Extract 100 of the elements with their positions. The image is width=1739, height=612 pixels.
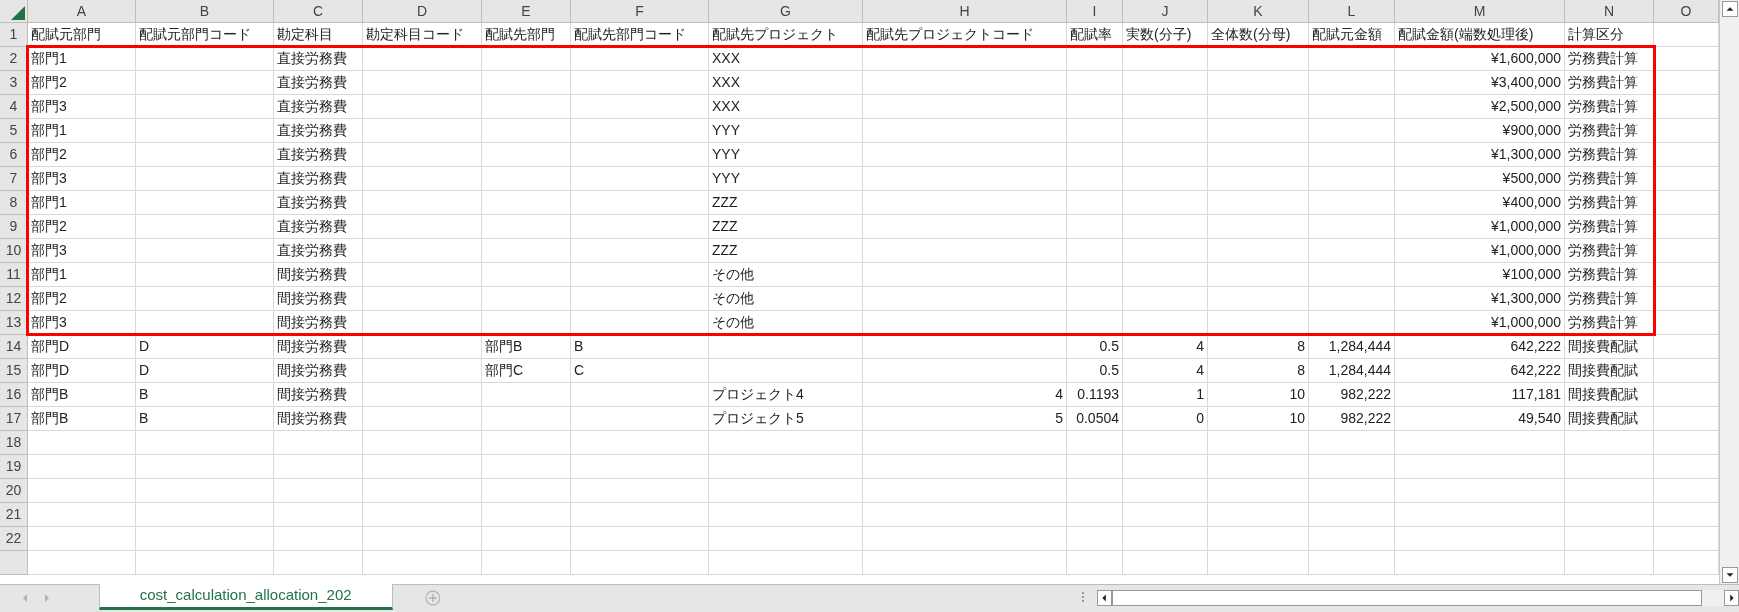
row-header[interactable]: 13 xyxy=(0,311,28,335)
row-header[interactable]: 11 xyxy=(0,263,28,287)
table-cell: 間接労務費 xyxy=(274,335,363,359)
scroll-up-icon[interactable] xyxy=(1721,1,1738,17)
table-cell: 部門3 xyxy=(28,95,136,119)
table-cell: 部門3 xyxy=(28,239,136,263)
table-cell xyxy=(1067,551,1123,575)
scroll-down-icon[interactable] xyxy=(1721,567,1738,583)
table-cell: 間接労務費 xyxy=(274,311,363,335)
add-sheet-icon[interactable] xyxy=(424,590,441,606)
table-cell: 直接労務費 xyxy=(274,95,363,119)
table-cell: ZZZ xyxy=(709,215,863,239)
table-cell: 間接費配賦 xyxy=(1565,335,1654,359)
column-header[interactable]: D xyxy=(363,0,482,23)
table-cell: 全体数(分母) xyxy=(1208,23,1309,47)
table-cell: その他 xyxy=(709,263,863,287)
column-header[interactable]: I xyxy=(1067,0,1123,23)
table-cell: ¥500,000 xyxy=(1395,167,1565,191)
table-cell: 間接労務費 xyxy=(274,287,363,311)
table-cell: 労務費計算 xyxy=(1565,287,1654,311)
table-cell: 間接費配賦 xyxy=(1565,359,1654,383)
row-header[interactable]: 17 xyxy=(0,407,28,431)
table-cell xyxy=(1067,479,1123,503)
table-cell: 直接労務費 xyxy=(274,47,363,71)
column-header[interactable]: H xyxy=(863,0,1067,23)
row-header[interactable] xyxy=(0,551,28,575)
table-cell: プロジェクト5 xyxy=(709,407,863,431)
table-cell: 配賦先部門コード xyxy=(571,23,709,47)
corner-header[interactable] xyxy=(0,0,28,23)
row-header[interactable]: 19 xyxy=(0,455,28,479)
row-header[interactable]: 16 xyxy=(0,383,28,407)
row-header[interactable]: 3 xyxy=(0,71,28,95)
table-cell: XXX xyxy=(709,95,863,119)
column-header[interactable]: J xyxy=(1123,0,1208,23)
table-cell: 982,222 xyxy=(1309,407,1395,431)
table-cell xyxy=(1067,263,1123,287)
row-header[interactable]: 15 xyxy=(0,359,28,383)
row-header[interactable]: 1 xyxy=(0,23,28,47)
table-cell: YYY xyxy=(709,143,863,167)
row-header[interactable]: 12 xyxy=(0,287,28,311)
row-header[interactable]: 4 xyxy=(0,95,28,119)
table-cell: 配賦元部門 xyxy=(28,23,136,47)
column-header[interactable]: N xyxy=(1565,0,1654,23)
row-header[interactable]: 21 xyxy=(0,503,28,527)
row-header[interactable]: 2 xyxy=(0,47,28,71)
table-cell: 0.1193 xyxy=(1067,383,1123,407)
column-header[interactable]: F xyxy=(571,0,709,23)
table-cell xyxy=(1067,455,1123,479)
table-cell: 配賦元部門コード xyxy=(136,23,274,47)
row-header[interactable]: 5 xyxy=(0,119,28,143)
column-header[interactable]: E xyxy=(482,0,571,23)
row-header[interactable]: 18 xyxy=(0,431,28,455)
column-header[interactable]: C xyxy=(274,0,363,23)
column-header[interactable]: M xyxy=(1395,0,1565,23)
sheet-tab[interactable]: cost_calculation_allocation_202 xyxy=(98,584,393,610)
table-cell: ZZZ xyxy=(709,239,863,263)
table-cell: 部門B xyxy=(482,335,571,359)
table-cell: 8 xyxy=(1208,359,1309,383)
table-cell: 117,181 xyxy=(1395,383,1565,407)
table-cell: 部門D xyxy=(28,335,136,359)
scroll-right-icon[interactable] xyxy=(1724,590,1739,606)
table-cell xyxy=(1067,287,1123,311)
column-header[interactable]: B xyxy=(136,0,274,23)
table-cell: ¥400,000 xyxy=(1395,191,1565,215)
table-cell: ¥3,400,000 xyxy=(1395,71,1565,95)
table-cell: 1 xyxy=(1123,383,1208,407)
table-cell xyxy=(1067,167,1123,191)
table-cell xyxy=(1067,71,1123,95)
column-header[interactable]: L xyxy=(1309,0,1395,23)
row-header[interactable]: 9 xyxy=(0,215,28,239)
select-all-icon[interactable] xyxy=(11,6,25,20)
table-cell: 労務費計算 xyxy=(1565,167,1654,191)
table-cell: C xyxy=(571,359,709,383)
table-cell: 部門2 xyxy=(28,71,136,95)
table-cell: YYY xyxy=(709,167,863,191)
table-cell: 間接労務費 xyxy=(274,407,363,431)
table-cell: 直接労務費 xyxy=(274,191,363,215)
vertical-scrollbar[interactable] xyxy=(1719,0,1739,584)
row-header[interactable]: 14 xyxy=(0,335,28,359)
table-cell: 0.5 xyxy=(1067,335,1123,359)
row-header[interactable]: 10 xyxy=(0,239,28,263)
table-cell: 部門1 xyxy=(28,263,136,287)
table-cell xyxy=(1067,191,1123,215)
row-header[interactable]: 7 xyxy=(0,167,28,191)
row-header[interactable]: 8 xyxy=(0,191,28,215)
table-cell: その他 xyxy=(709,287,863,311)
table-cell xyxy=(1067,215,1123,239)
column-header[interactable]: O xyxy=(1654,0,1719,23)
column-header[interactable]: G xyxy=(709,0,863,23)
table-cell: 部門3 xyxy=(28,311,136,335)
table-cell: B xyxy=(136,407,274,431)
row-header[interactable]: 20 xyxy=(0,479,28,503)
column-header[interactable]: A xyxy=(28,0,136,23)
splitter-handle[interactable] xyxy=(1082,592,1086,602)
column-header[interactable]: K xyxy=(1208,0,1309,23)
scroll-left-icon[interactable] xyxy=(1097,590,1113,606)
table-cell: 直接労務費 xyxy=(274,71,363,95)
table-cell: 直接労務費 xyxy=(274,167,363,191)
row-header[interactable]: 6 xyxy=(0,143,28,167)
row-header[interactable]: 22 xyxy=(0,527,28,551)
